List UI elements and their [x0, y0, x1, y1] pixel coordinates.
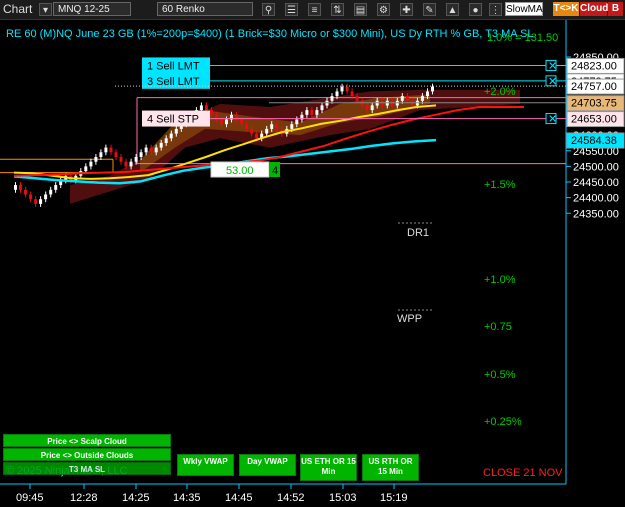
templates-icon[interactable]: ▤: [354, 3, 367, 16]
close-note: CLOSE 21 NOV: [483, 467, 563, 479]
time-tick-label: 12:28: [70, 492, 98, 504]
percent-level-label: +1.5%: [484, 179, 516, 191]
position-price-label: 53.00: [226, 165, 254, 177]
position-qty-label: 4: [272, 165, 278, 177]
t3-ma-sl-button[interactable]: T3 MA SL: [3, 462, 171, 475]
instrument-selector[interactable]: MNQ 12-25: [53, 2, 131, 16]
price-tag-label: 24584.38: [571, 135, 617, 147]
price-axis: 24850.0024800.0024750.0024700.0024650.00…: [566, 52, 625, 220]
order-label: 1 Sell LMT: [147, 60, 200, 72]
percent-level-label: +0.5%: [484, 369, 516, 381]
percent-level-label: +1.0%: [484, 274, 516, 286]
us-rth-or-button[interactable]: US RTH OR 15 Min: [362, 454, 419, 481]
instrument-dropdown-icon[interactable]: ▾: [39, 3, 52, 16]
order-label: 4 Sell STP: [147, 114, 199, 126]
wkly-vwap-button[interactable]: Wkly VWAP: [177, 454, 234, 476]
time-tick-label: 14:45: [225, 492, 253, 504]
price-tag-label: 24653.00: [571, 114, 617, 126]
top-percent-note: 1.0% = 131.50: [487, 32, 558, 44]
price-tag-label: 24757.00: [571, 81, 617, 93]
tck-toggle-button[interactable]: T<>K: [553, 2, 579, 16]
indicators-icon[interactable]: ≡: [308, 3, 321, 16]
percent-level-label: +2.0%: [484, 86, 516, 98]
time-tick-label: 14:25: [122, 492, 150, 504]
dr1-label: DR1: [407, 227, 429, 239]
time-tick-label: 15:03: [329, 492, 357, 504]
indicator-buttons: Price <> Scalp Cloud Price <> Outside Cl…: [0, 432, 430, 482]
price-tick-label: 24500.00: [573, 161, 619, 173]
day-vwap-button[interactable]: Day VWAP: [239, 454, 296, 476]
zoom-icon[interactable]: ⚲: [262, 3, 275, 16]
chart-toolbar: Chart ▾ MNQ 12-25 60 Renko ⚲ ☰ ≡ ⇅ ▤ ⚙ ✚…: [0, 0, 625, 20]
data-series-icon[interactable]: ☰: [285, 3, 298, 16]
wpp-label: WPP: [397, 313, 422, 325]
percent-level-label: +0.75: [484, 321, 512, 333]
crosshair-icon[interactable]: ✚: [400, 3, 413, 16]
properties-icon[interactable]: ⚙: [377, 3, 390, 16]
bar-toggle-button[interactable]: B: [608, 2, 623, 16]
percent-level-label: +0.25%: [484, 416, 522, 428]
drawing-tools-icon[interactable]: ✎: [423, 3, 436, 16]
price-tag-label: 24823.00: [571, 60, 617, 72]
more-icon[interactable]: ⋮: [489, 3, 502, 16]
price-tick-label: 24450.00: [573, 177, 619, 189]
slow-ma-button[interactable]: SlowMA: [505, 2, 543, 16]
price-tick-label: 24350.00: [573, 208, 619, 220]
time-tick-label: 09:45: [16, 492, 44, 504]
strategies-icon[interactable]: ⇅: [331, 3, 344, 16]
outside-clouds-button[interactable]: Price <> Outside Clouds: [3, 448, 171, 461]
time-tick-label: 15:19: [380, 492, 408, 504]
us-eth-or-button[interactable]: US ETH OR 15 Min: [300, 454, 357, 481]
chart-trader-icon[interactable]: ▲: [446, 3, 459, 16]
time-tick-label: 14:52: [277, 492, 305, 504]
chart-header-text: RE 60 (M)NQ June 23 GB (1%=200p=$400) (1…: [6, 28, 534, 40]
order-cancel-icon: ✕: [548, 114, 557, 126]
cloud-toggle-button[interactable]: Cloud: [580, 2, 608, 16]
price-tag-label: 24703.75: [571, 98, 617, 110]
chart-window-label: Chart: [3, 2, 33, 16]
global-link-icon[interactable]: ●: [469, 3, 482, 16]
order-cancel-icon: ✕: [548, 60, 557, 72]
time-tick-label: 14:35: [173, 492, 201, 504]
order-cancel-icon: ✕: [548, 76, 557, 88]
bar-type-selector[interactable]: 60 Renko: [157, 2, 253, 16]
price-tick-label: 24400.00: [573, 193, 619, 205]
scalp-cloud-button[interactable]: Price <> Scalp Cloud: [3, 434, 171, 447]
